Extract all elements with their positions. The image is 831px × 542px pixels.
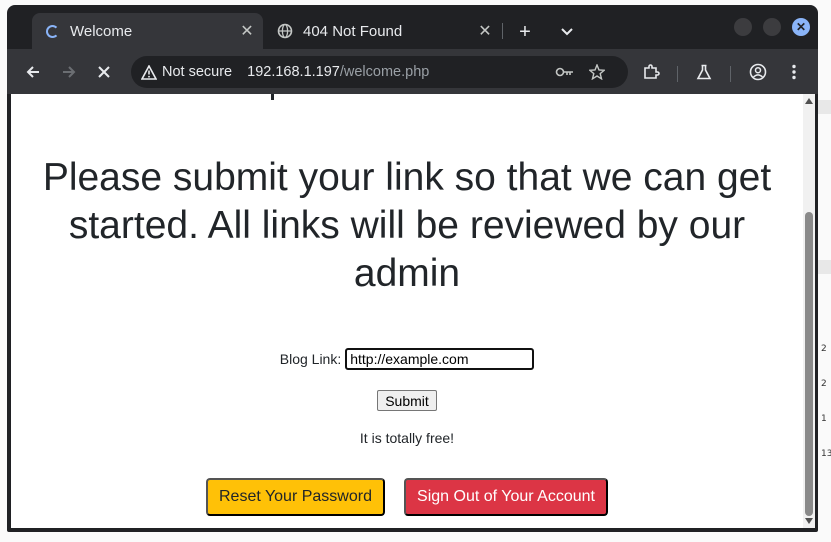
- blog-link-label: Blog Link:: [279, 351, 342, 367]
- account-actions: Reset Your Password Sign Out of Your Acc…: [11, 478, 803, 516]
- tab-separator: [502, 23, 503, 39]
- tab-welcome[interactable]: Welcome ✕: [32, 13, 263, 49]
- page-scrollbar[interactable]: [803, 94, 815, 528]
- background-row-number: 13: [821, 449, 831, 459]
- back-arrow-icon[interactable]: [20, 59, 46, 85]
- page-headline: Please submit your link so that we can g…: [42, 156, 772, 295]
- address-bar[interactable]: Not secure 192.168.1.197/welcome.php: [131, 56, 628, 88]
- browser-window: Welcome ✕ 404 Not Found ✕ + ✕ Not secure…: [7, 5, 818, 532]
- submit-button[interactable]: Submit: [377, 390, 437, 411]
- page-viewport: Please submit your link so that we can g…: [11, 94, 803, 528]
- globe-icon: [277, 23, 293, 39]
- toolbar-separator: [677, 66, 678, 82]
- bookmark-star-icon[interactable]: [587, 62, 607, 82]
- sign-out-button[interactable]: Sign Out of Your Account: [404, 478, 608, 516]
- close-tab-icon[interactable]: ✕: [237, 21, 257, 41]
- free-note: It is totally free!: [359, 430, 455, 446]
- background-window-strip: [818, 100, 831, 114]
- security-label: Not secure: [162, 64, 233, 80]
- kebab-menu-icon[interactable]: [781, 59, 807, 85]
- background-row-number: 2: [821, 379, 827, 389]
- blog-link-input[interactable]: [345, 348, 535, 370]
- maximize-button[interactable]: [763, 18, 781, 36]
- scroll-down-arrow-icon[interactable]: [805, 518, 813, 524]
- browser-toolbar: Not secure 192.168.1.197/welcome.php: [7, 49, 818, 94]
- url-text: 192.168.1.197/welcome.php: [247, 64, 429, 80]
- tab-strip: Welcome ✕ 404 Not Found ✕ + ✕: [7, 5, 818, 49]
- url-host: 192.168.1.197: [247, 64, 340, 80]
- reset-password-button[interactable]: Reset Your Password: [206, 478, 385, 516]
- minimize-button[interactable]: [734, 18, 752, 36]
- submit-row: Submit: [11, 390, 803, 411]
- toolbar-separator: [730, 66, 731, 82]
- extensions-puzzle-icon[interactable]: [638, 59, 664, 85]
- blog-link-form: Blog Link:: [11, 348, 803, 370]
- key-icon[interactable]: [555, 62, 575, 82]
- background-row-number: 2: [821, 344, 827, 354]
- stop-loading-icon[interactable]: [91, 59, 117, 85]
- tab-search-chevron-icon[interactable]: [554, 19, 580, 45]
- scrolled-heading-fragment: [271, 94, 274, 100]
- url-path: /welcome.php: [339, 64, 430, 80]
- tab-title: 404 Not Found: [303, 22, 403, 40]
- warning-triangle-icon: [141, 64, 157, 80]
- scroll-up-arrow-icon[interactable]: [805, 98, 813, 104]
- profile-avatar-icon[interactable]: [745, 59, 771, 85]
- background-window-strip: [818, 260, 831, 274]
- background-row-number: 1: [821, 414, 827, 424]
- close-tab-icon[interactable]: ✕: [475, 21, 495, 41]
- not-secure-indicator[interactable]: Not secure: [141, 64, 232, 80]
- tab-404-not-found[interactable]: 404 Not Found ✕: [265, 13, 501, 49]
- tab-title: Welcome: [70, 22, 133, 40]
- welcome-page: Please submit your link so that we can g…: [11, 94, 803, 528]
- close-window-button[interactable]: ✕: [792, 18, 810, 36]
- forward-arrow-icon[interactable]: [56, 59, 82, 85]
- labs-flask-icon[interactable]: [691, 59, 717, 85]
- scrollbar-thumb[interactable]: [805, 212, 813, 516]
- loading-spinner-icon: [44, 23, 60, 39]
- new-tab-button[interactable]: +: [512, 19, 538, 45]
